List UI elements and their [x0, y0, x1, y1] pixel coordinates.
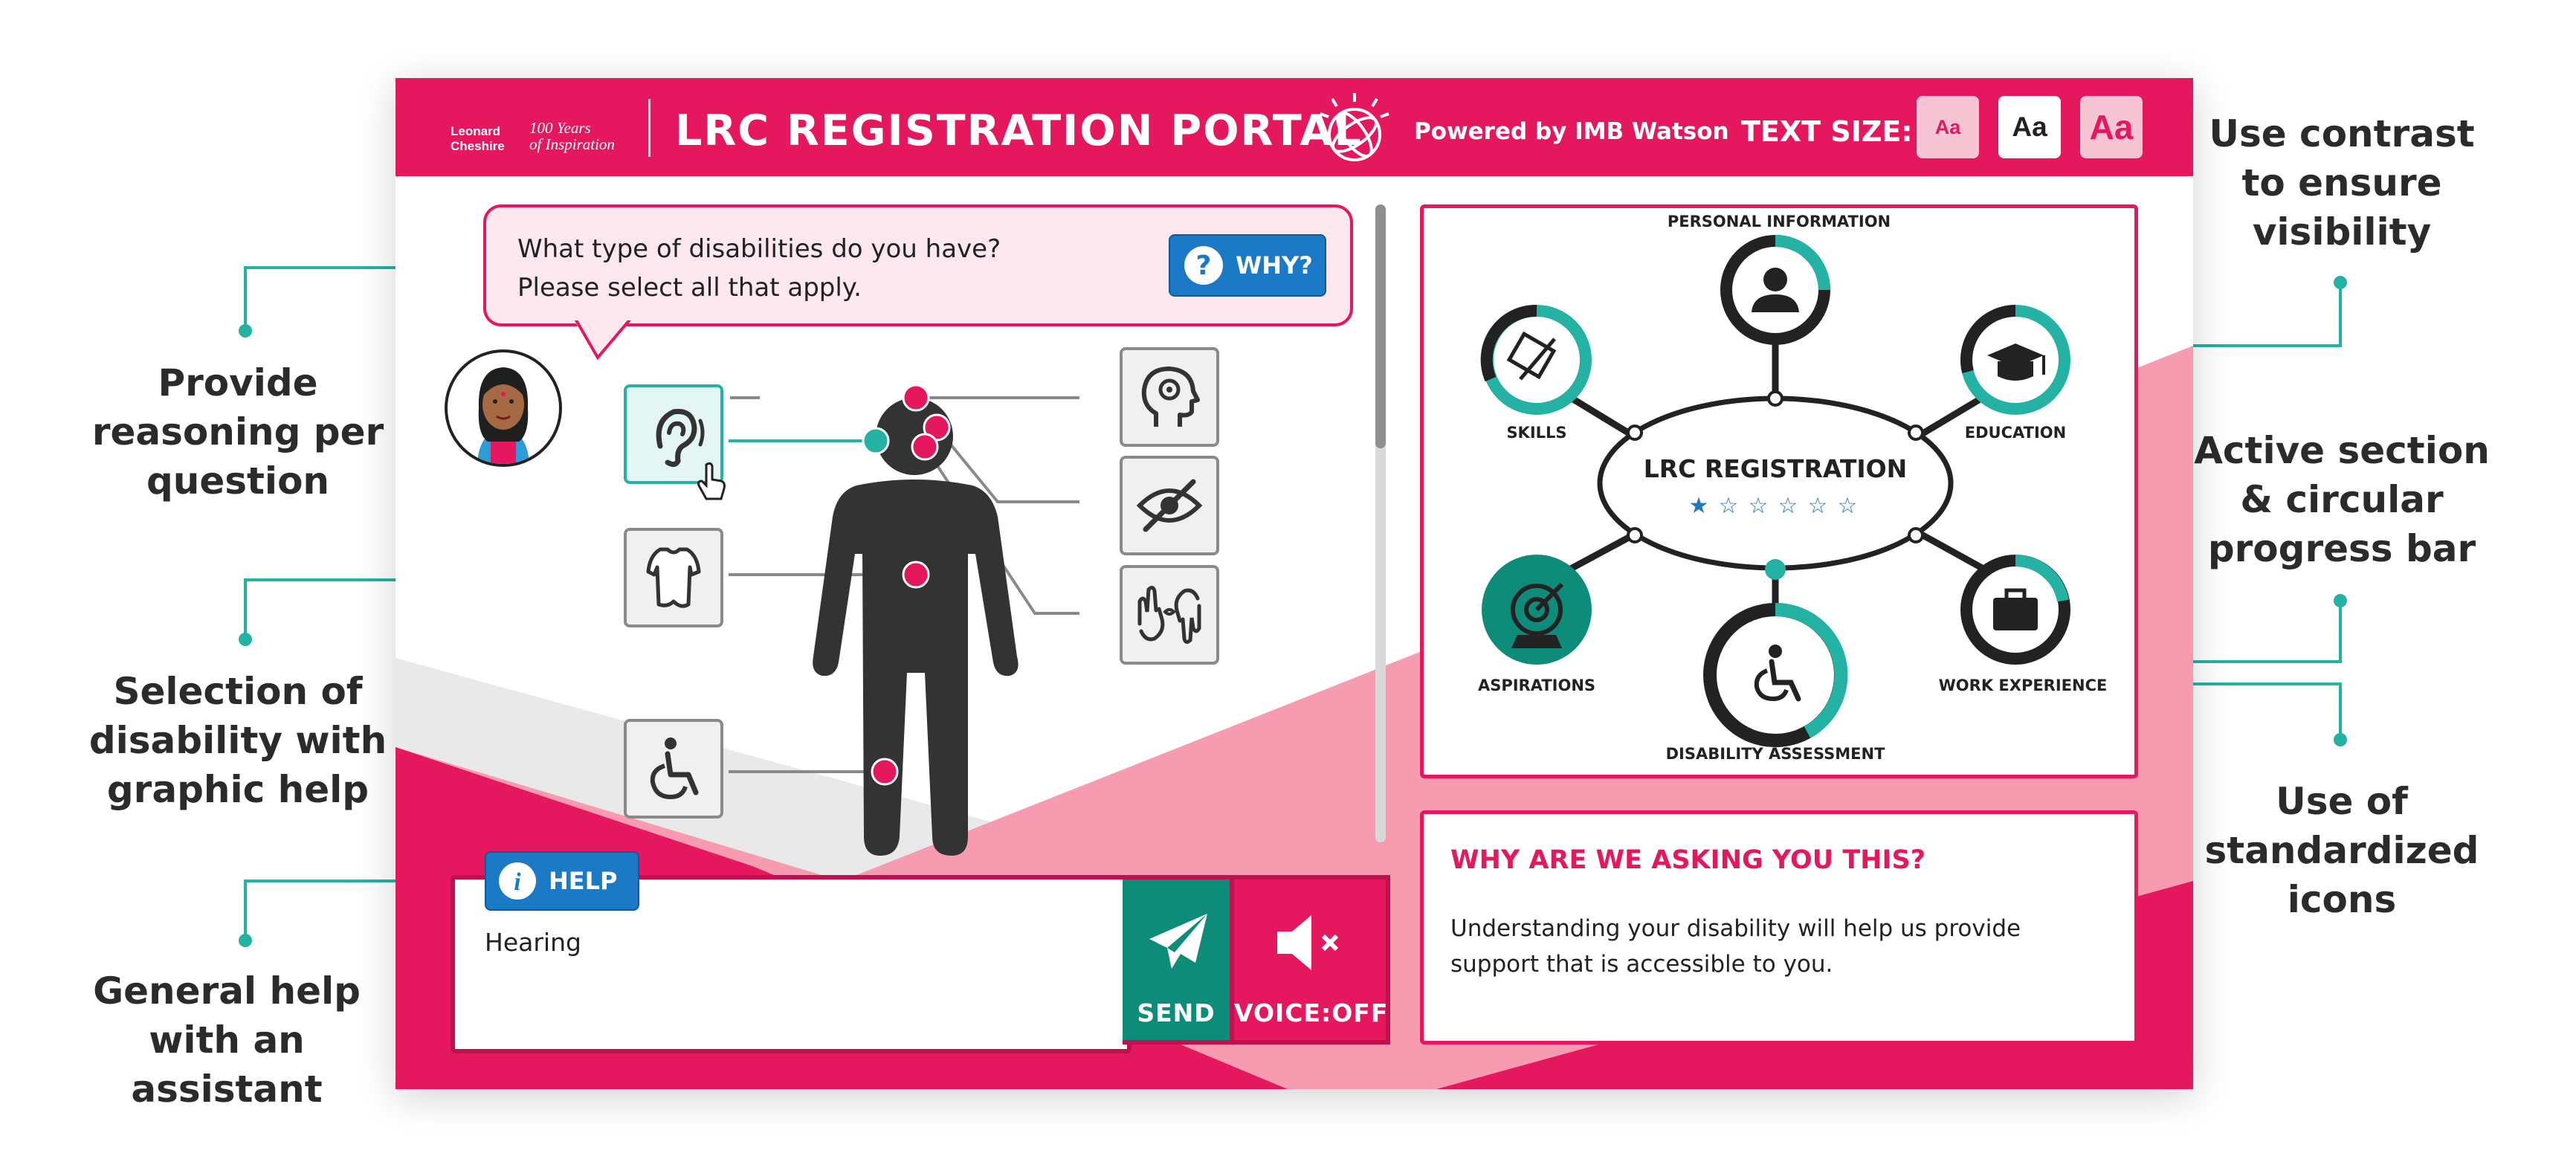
visual-option[interactable]	[1120, 456, 1219, 555]
note-contrast: Use contrast to ensure visibility	[2209, 112, 2475, 254]
node-personal[interactable]	[1721, 235, 1830, 343]
node-disability[interactable]	[1706, 606, 1844, 744]
registration-progress-panel: LRC REGISTRATION ★ ☆ ☆ ☆ ☆ ☆ PERSONAL IN…	[1420, 204, 2138, 778]
voice-toggle-button[interactable]: VOICE:OFF	[1234, 875, 1390, 1045]
rating-star-empty: ☆	[1808, 493, 1828, 519]
paper-plane-icon	[1149, 914, 1207, 969]
text-size-small-button[interactable]: Aa	[1917, 96, 1979, 158]
wheelchair-option[interactable]	[624, 719, 723, 819]
node-work[interactable]	[1961, 555, 2070, 663]
node-aspirations[interactable]	[1482, 555, 1591, 663]
sign-language-option[interactable]	[1120, 565, 1219, 665]
node-label-skills: SKILLS	[1506, 424, 1567, 442]
why-panel-title: WHY ARE WE ASKING YOU THIS?	[1450, 845, 1926, 875]
text-size-medium-button[interactable]: Aa	[1998, 96, 2061, 158]
node-education[interactable]	[1961, 305, 2070, 413]
note-reasoning: Provide reasoning per question	[91, 361, 384, 503]
body-diagram	[729, 384, 1079, 856]
portal-window: Leonard Cheshire 100 Years of Inspiration …	[396, 78, 2193, 1089]
why-asking-panel: WHY ARE WE ASKING YOU THIS? Understandin…	[1420, 810, 2138, 1045]
center-title: LRC REGISTRATION	[1644, 454, 1908, 483]
wheelchair-icon	[650, 737, 699, 800]
why-panel-body: Understanding your disability will help …	[1450, 915, 2021, 978]
cognitive-option[interactable]	[1120, 347, 1219, 447]
note-standard-icons: Use of standardized icons	[2204, 780, 2479, 921]
torso-icon	[646, 547, 701, 608]
ear-icon	[656, 408, 705, 468]
rating-star-empty: ☆	[1749, 493, 1769, 519]
rating-star-empty: ☆	[1778, 493, 1798, 519]
node-label-personal: PERSONAL INFORMATION	[1667, 213, 1891, 230]
note-selection: Selection of disability with graphic help	[88, 670, 387, 811]
rating-star-empty: ☆	[1719, 493, 1739, 519]
rating-star-filled: ★	[1689, 493, 1709, 519]
send-button[interactable]: SEND	[1123, 875, 1234, 1045]
note-general-help: General help with an assistant	[93, 969, 361, 1111]
node-label-disability: DISABILITY ASSESSMENT	[1665, 745, 1885, 763]
text-size-large-button[interactable]: Aa	[2080, 96, 2143, 158]
node-label-education: EDUCATION	[1964, 424, 2067, 442]
physical-option[interactable]	[624, 528, 723, 627]
node-skills[interactable]	[1482, 305, 1591, 413]
pointer-cursor-icon	[697, 462, 726, 500]
brain-head-icon	[1141, 367, 1200, 427]
speaker-muted-icon	[1277, 915, 1339, 970]
eye-slash-icon	[1136, 479, 1203, 532]
powered-by-label: Powered by IMB Watson	[1414, 118, 1729, 145]
question-scrollbar[interactable]	[1375, 204, 1386, 842]
node-label-work: WORK EXPERIENCE	[1938, 677, 2108, 694]
note-active-section: Active section & circular progress bar	[2194, 429, 2490, 570]
sign-language-icon	[1137, 585, 1201, 645]
rating-star-empty: ☆	[1838, 493, 1858, 519]
answer-input-value: Hearing	[485, 928, 581, 957]
svg-text:i: i	[514, 868, 521, 896]
info-icon: i	[499, 862, 536, 900]
help-button[interactable]: i HELP	[485, 851, 639, 911]
node-label-aspirations: ASPIRATIONS	[1477, 677, 1596, 694]
text-size-label: TEXT SIZE:	[1741, 115, 1913, 148]
scrollbar-thumb[interactable]	[1375, 204, 1386, 448]
